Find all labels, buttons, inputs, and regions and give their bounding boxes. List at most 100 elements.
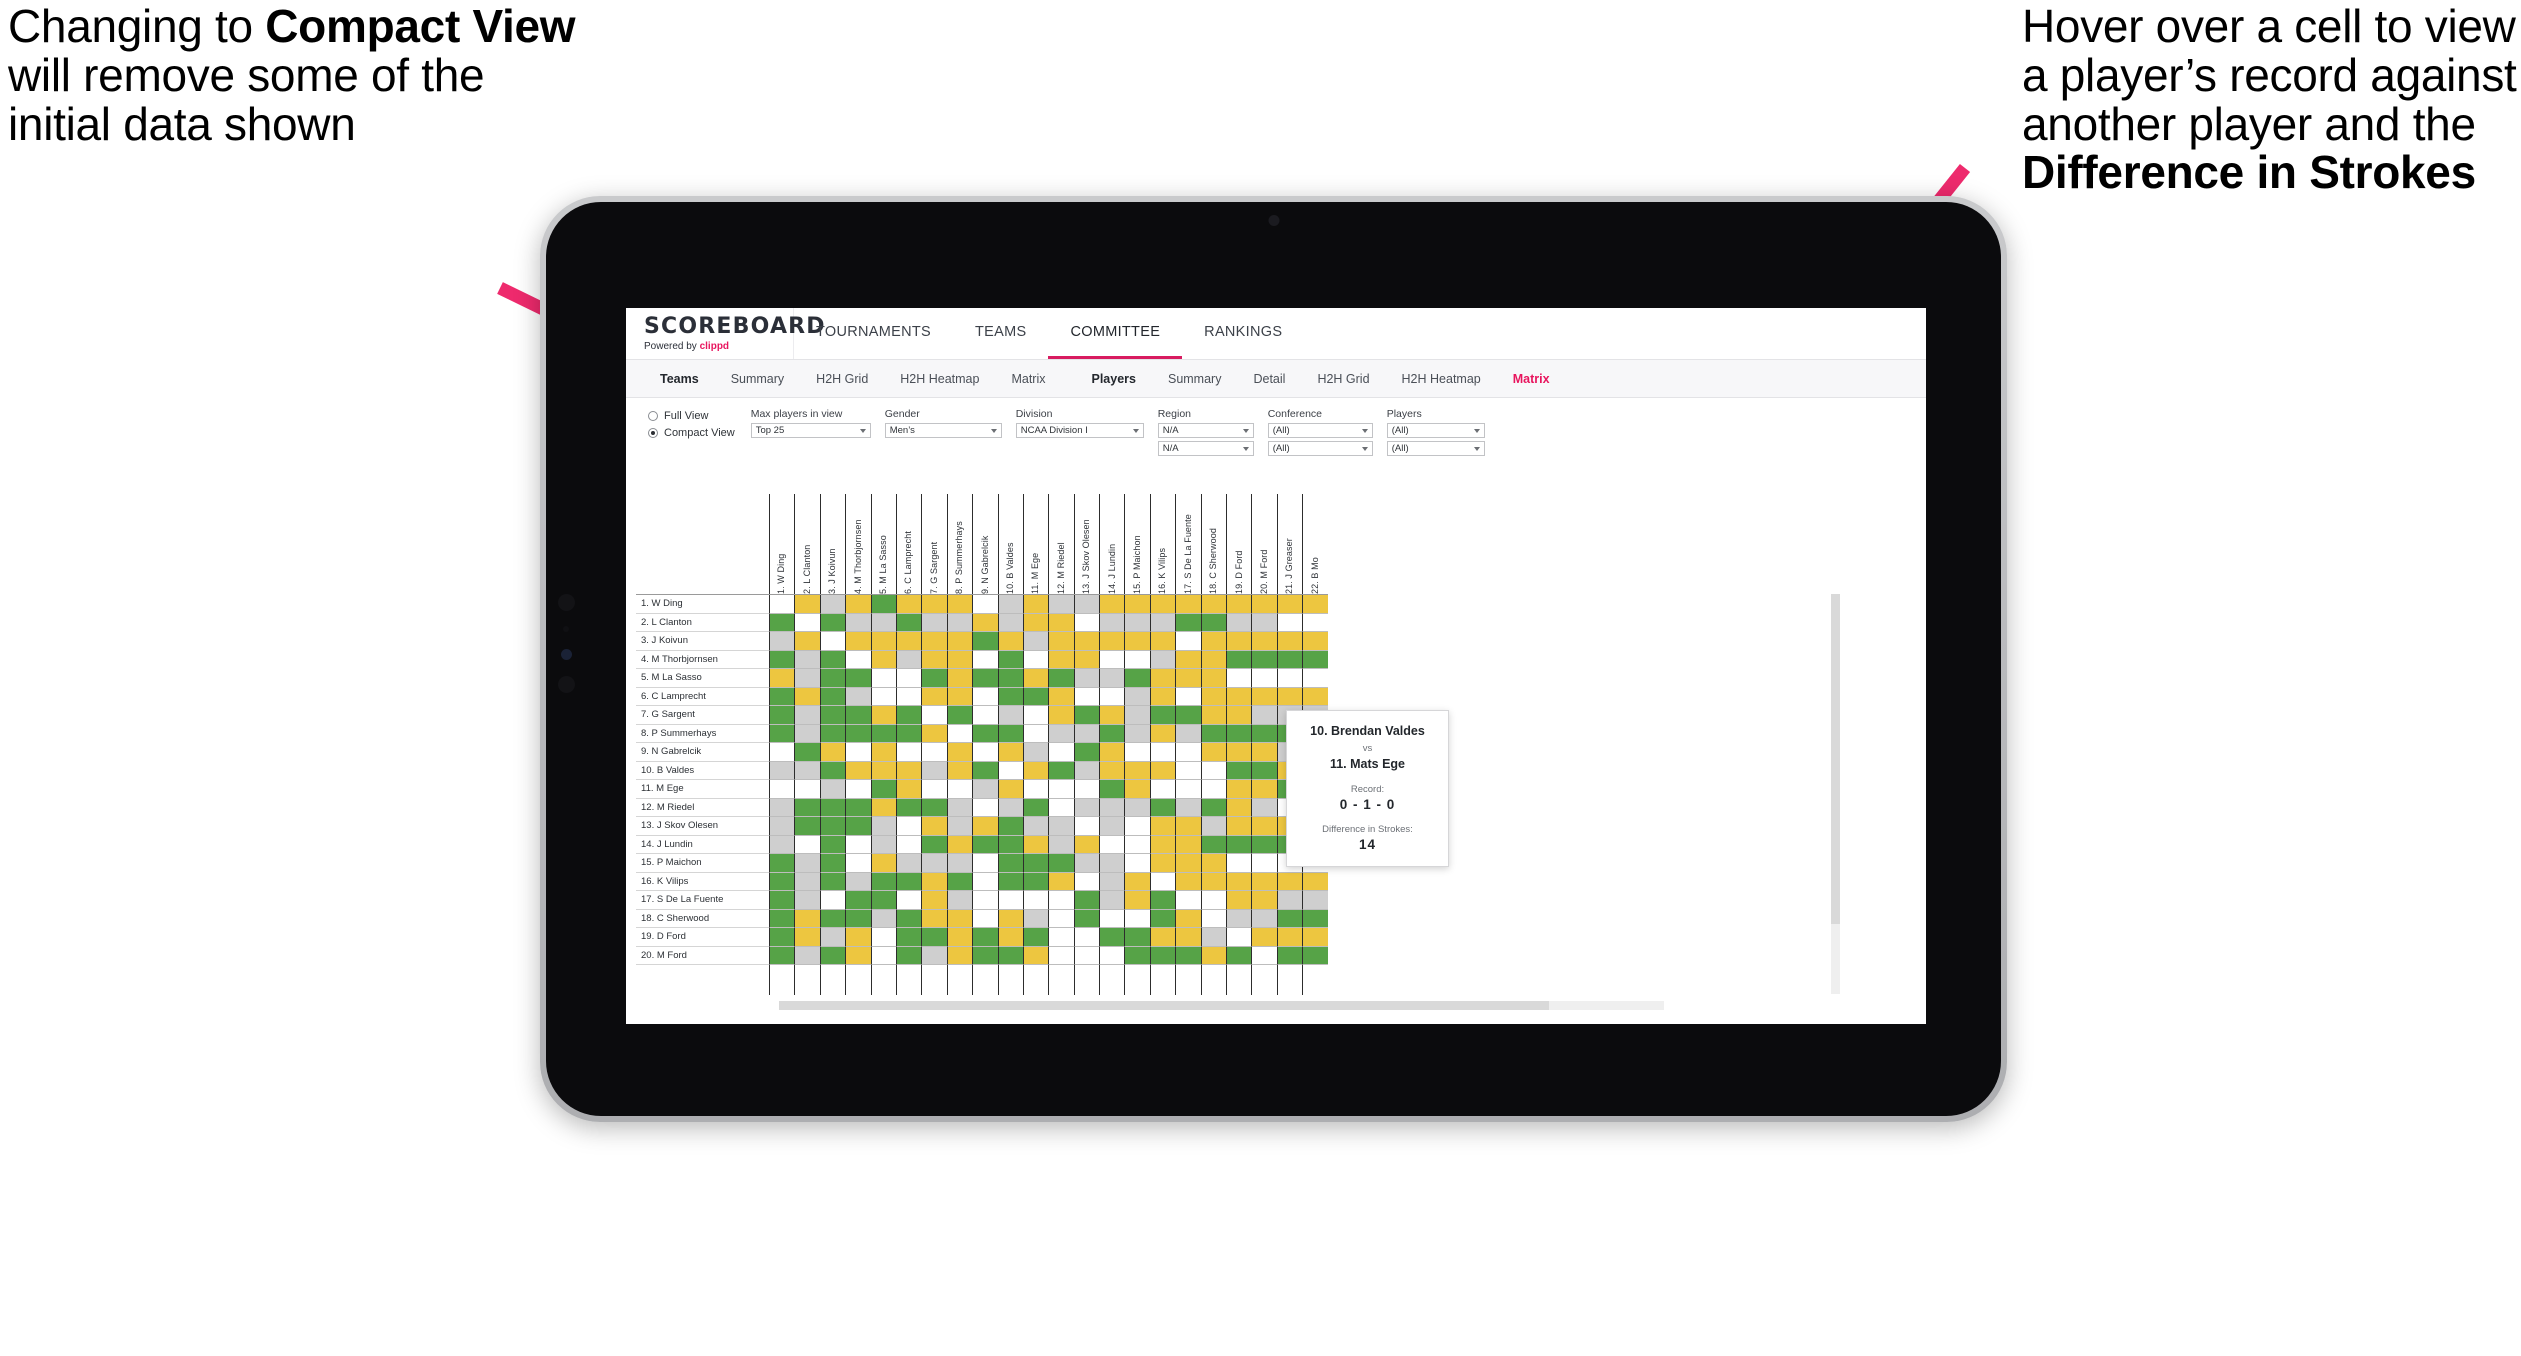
matrix-cell[interactable] <box>1226 798 1252 817</box>
matrix-cell[interactable] <box>972 872 998 891</box>
matrix-cell[interactable] <box>1200 632 1227 651</box>
matrix-cell[interactable] <box>1048 743 1074 762</box>
matrix-cell[interactable] <box>769 650 795 669</box>
matrix-cell[interactable] <box>794 909 820 928</box>
matrix-cell[interactable] <box>1048 928 1074 947</box>
matrix-cell[interactable] <box>819 891 846 910</box>
matrix-cell[interactable] <box>845 854 871 873</box>
matrix-cell[interactable] <box>845 632 871 651</box>
matrix-cell[interactable] <box>895 946 922 965</box>
matrix-cell[interactable] <box>1200 650 1227 669</box>
matrix-cell[interactable] <box>946 946 973 965</box>
matrix-cell[interactable] <box>794 872 820 891</box>
matrix-cell[interactable] <box>794 613 820 632</box>
matrix-cell[interactable] <box>819 650 846 669</box>
matrix-cell[interactable] <box>1226 946 1252 965</box>
matrix-cell[interactable] <box>1149 891 1176 910</box>
matrix-cell[interactable] <box>1276 909 1303 928</box>
select-max-players[interactable]: Top 25 <box>750 423 871 438</box>
matrix-cell[interactable] <box>1276 650 1303 669</box>
matrix-cell[interactable] <box>1048 854 1074 873</box>
matrix-cell[interactable] <box>997 798 1023 817</box>
matrix-cell[interactable] <box>1302 928 1328 947</box>
matrix-cell[interactable] <box>1200 669 1227 688</box>
matrix-cell[interactable] <box>972 891 998 910</box>
matrix-cell[interactable] <box>1200 817 1227 836</box>
matrix-cell[interactable] <box>895 761 922 780</box>
matrix-cell[interactable] <box>895 743 922 762</box>
matrix-cell[interactable] <box>972 632 998 651</box>
matrix-cell[interactable] <box>845 595 871 614</box>
matrix-cell[interactable] <box>946 632 973 651</box>
matrix-cell[interactable] <box>997 909 1023 928</box>
matrix-cell[interactable] <box>1276 891 1303 910</box>
matrix-cell[interactable] <box>1022 872 1049 891</box>
matrix-cell[interactable] <box>870 687 896 706</box>
matrix-cell[interactable] <box>1124 835 1150 854</box>
matrix-cell[interactable] <box>1149 650 1176 669</box>
matrix-cell[interactable] <box>1022 909 1049 928</box>
matrix-cell[interactable] <box>845 928 871 947</box>
matrix-cell[interactable] <box>819 632 846 651</box>
matrix-cell[interactable] <box>972 613 998 632</box>
matrix-cell[interactable] <box>819 928 846 947</box>
matrix-cell[interactable] <box>769 817 795 836</box>
matrix-cell[interactable] <box>997 706 1023 725</box>
matrix-cell[interactable] <box>1276 669 1303 688</box>
matrix-cell[interactable] <box>1226 835 1252 854</box>
matrix-cell[interactable] <box>1048 780 1074 799</box>
matrix-cell[interactable] <box>972 946 998 965</box>
matrix-cell[interactable] <box>794 650 820 669</box>
matrix-cell[interactable] <box>1073 891 1100 910</box>
matrix-cell[interactable] <box>1276 946 1303 965</box>
matrix-cell[interactable] <box>997 761 1023 780</box>
matrix-cell[interactable] <box>1276 687 1303 706</box>
matrix-cell[interactable] <box>819 595 846 614</box>
matrix-cell[interactable] <box>1022 687 1049 706</box>
matrix-cell[interactable] <box>794 669 820 688</box>
matrix-cell[interactable] <box>946 854 973 873</box>
matrix-cell[interactable] <box>794 928 820 947</box>
matrix-cell[interactable] <box>895 687 922 706</box>
matrix-cell[interactable] <box>1124 706 1150 725</box>
matrix-cell[interactable] <box>895 632 922 651</box>
matrix-cell[interactable] <box>1251 687 1277 706</box>
matrix-cell[interactable] <box>1099 835 1125 854</box>
matrix-cell[interactable] <box>921 595 947 614</box>
matrix-cell[interactable] <box>870 872 896 891</box>
matrix-cell[interactable] <box>1226 687 1252 706</box>
matrix-cell[interactable] <box>972 650 998 669</box>
matrix-cell[interactable] <box>1048 909 1074 928</box>
matrix-cell[interactable] <box>997 650 1023 669</box>
matrix-cell[interactable] <box>1175 872 1201 891</box>
matrix-cell[interactable] <box>1048 595 1074 614</box>
matrix-cell[interactable] <box>946 706 973 725</box>
matrix-cell[interactable] <box>769 669 795 688</box>
matrix-cell[interactable] <box>946 817 973 836</box>
matrix-cell[interactable] <box>1175 595 1201 614</box>
matrix-cell[interactable] <box>1200 854 1227 873</box>
matrix-cell[interactable] <box>972 835 998 854</box>
matrix-cell[interactable] <box>819 946 846 965</box>
matrix-cell[interactable] <box>946 798 973 817</box>
matrix-cell[interactable] <box>1226 650 1252 669</box>
matrix-cell[interactable] <box>1022 632 1049 651</box>
matrix-cell[interactable] <box>972 854 998 873</box>
matrix-cell[interactable] <box>972 798 998 817</box>
matrix-cell[interactable] <box>997 780 1023 799</box>
matrix-cell[interactable] <box>921 872 947 891</box>
matrix-cell[interactable] <box>870 595 896 614</box>
matrix-cell[interactable] <box>1124 872 1150 891</box>
matrix-cell[interactable] <box>845 798 871 817</box>
matrix-cell[interactable] <box>845 946 871 965</box>
matrix-cell[interactable] <box>972 595 998 614</box>
matrix-cell[interactable] <box>1251 650 1277 669</box>
matrix-cell[interactable] <box>870 724 896 743</box>
matrix-cell[interactable] <box>1175 724 1201 743</box>
matrix-cell[interactable] <box>1022 595 1049 614</box>
matrix-cell[interactable] <box>794 706 820 725</box>
matrix-cell[interactable] <box>997 835 1023 854</box>
matrix-cell[interactable] <box>769 706 795 725</box>
matrix-cell[interactable] <box>794 761 820 780</box>
matrix-cell[interactable] <box>769 724 795 743</box>
